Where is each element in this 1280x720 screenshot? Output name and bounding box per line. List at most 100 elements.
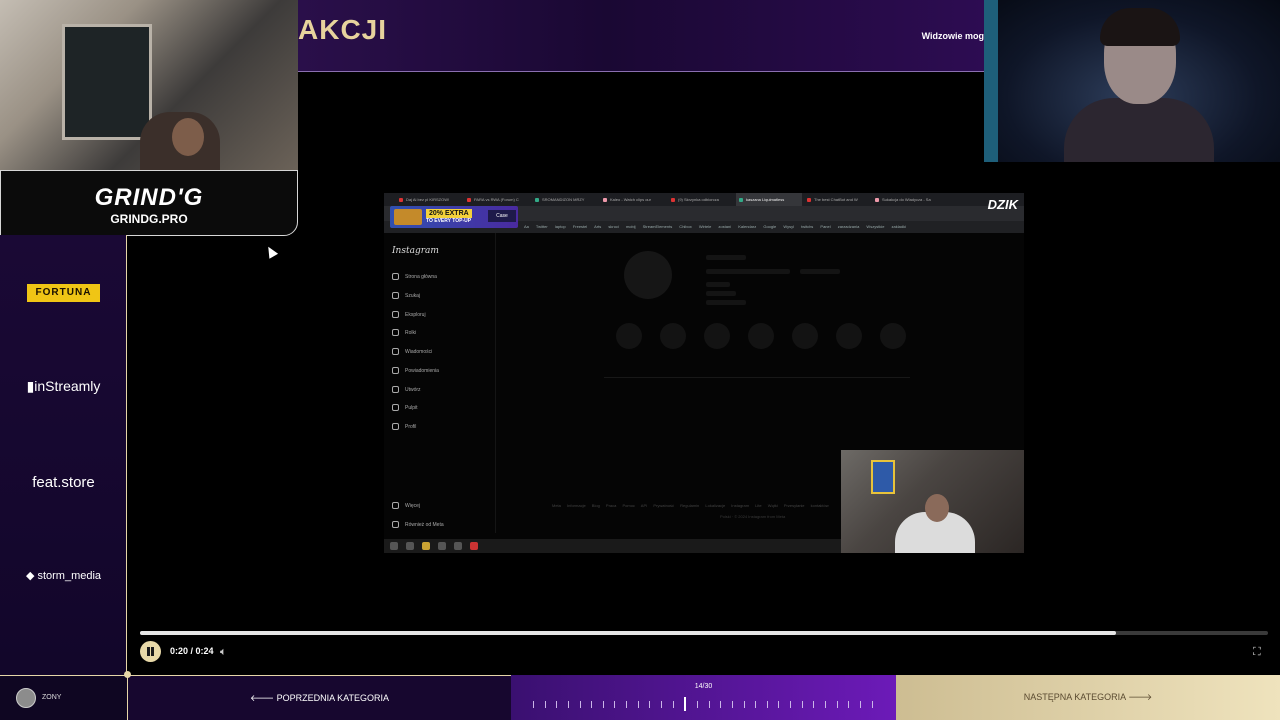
category-tick: [720, 700, 722, 708]
ig-menu-messages: Wiadomości: [392, 348, 432, 355]
ig-menu-home: Strona główna: [392, 273, 437, 280]
sponsor-sidebar: FORTUNA ▮inStreamly feat.store ◆ storm_m…: [0, 235, 127, 675]
ig-menu-label: Strona główna: [405, 273, 437, 280]
category-tick: [859, 700, 861, 708]
stream-overlay: AKCJI Widzowie mog GRIND'G GRINDG.PRO FO…: [0, 0, 1280, 720]
sponsor-featstore: feat.store: [32, 474, 95, 491]
search-icon: [406, 542, 414, 550]
category-tick: [567, 700, 569, 708]
ig-menu-label: Eksploruj: [405, 311, 426, 318]
category-progress: 14/30: [511, 675, 896, 720]
seek-handle[interactable]: [124, 671, 131, 678]
browser-tab: Kaleo - Watch clips our: [600, 193, 666, 206]
promo-banner: 20% EXTRA TO EVERY TOP-UP Case: [390, 206, 518, 228]
promo-sub-label: TO EVERY TOP-UP: [426, 218, 472, 224]
category-tick: [579, 700, 581, 708]
sponsor-storm-label: storm_media: [37, 570, 102, 582]
browser-tab: Sukakcja do Wladycza - Sa: [872, 193, 938, 206]
meta-icon: [392, 521, 399, 528]
category-tick: [533, 700, 534, 708]
video-progress-bar[interactable]: [140, 631, 1268, 635]
ig-menu-notifications: Powiadomienia: [392, 367, 439, 374]
folder-icon: [422, 542, 430, 550]
ig-menu-label: Profil: [405, 423, 417, 430]
arrow-right-icon: 🡒: [1125, 692, 1153, 702]
instagram-logo: Instagram: [392, 246, 439, 256]
sponsor-fortuna: FORTUNA: [27, 284, 100, 302]
ig-menu-reels: Rolki: [392, 329, 416, 336]
next-category-label: NASTĘPNA KATEGORIA: [1023, 692, 1126, 702]
ig-menu-explore: Eksploruj: [392, 311, 426, 318]
category-bar: ZONY 🡐 POPRZEDNIA KATEGORIA 14/30 NASTĘP…: [0, 675, 1280, 720]
heart-icon: [392, 367, 399, 374]
pause-button[interactable]: [140, 641, 161, 662]
category-tick: [602, 700, 604, 708]
sponsor-instreamly: ▮inStreamly: [0, 378, 127, 395]
app-icon: [438, 542, 446, 550]
sponsor-instreamly-label: inStreamly: [34, 378, 101, 394]
category-tick: [790, 700, 792, 708]
user-badge: ZONY: [0, 675, 127, 720]
video-frame-browser: Daj Ai bez pl KIRSZOW! PARA vs RWA (Foru…: [384, 193, 1024, 553]
ig-menu-label: Wiadomości: [405, 348, 433, 355]
browser-tab: PARA vs RWA (Forum) C: [464, 193, 530, 206]
ig-menu-label: Szukaj: [405, 292, 421, 299]
category-tick: [813, 700, 815, 708]
ig-copyright: Polski · © 2024 Instagram from Meta: [720, 514, 786, 519]
previous-category-button[interactable]: 🡐 POPRZEDNIA KATEGORIA: [127, 675, 511, 720]
chrome-icon: [454, 542, 462, 550]
fullscreen-icon[interactable]: ⛶: [1253, 645, 1261, 659]
ig-menu-label: Pulpit: [405, 404, 418, 411]
category-ticks: [533, 697, 873, 711]
streamer-webcam-left: [0, 0, 298, 170]
banner-title: AKCJI: [298, 14, 388, 45]
banner-info-text: Widzowie mog: [921, 31, 984, 41]
ig-menu-label: Powiadomienia: [405, 367, 439, 374]
category-tick: [755, 700, 757, 708]
category-tick: [825, 700, 827, 708]
sponsor-stormmedia: ◆ storm_media: [0, 569, 127, 582]
ig-menu-label: Więcej: [405, 502, 421, 509]
category-tick: [591, 700, 593, 708]
category-tick: [743, 700, 745, 708]
category-tick: [637, 700, 639, 708]
menu-icon: [392, 502, 399, 509]
category-tick: [836, 700, 838, 708]
category-tick: [778, 700, 780, 708]
gift-icon: [394, 209, 422, 225]
ig-menu-create: Utwórz: [392, 386, 421, 393]
grindg-logo-panel: GRIND'G GRINDG.PRO: [0, 170, 298, 236]
category-tick: [871, 700, 873, 708]
ig-menu-dashboard: Pulpit: [392, 404, 418, 411]
arrow-left-icon: 🡐: [250, 693, 277, 703]
category-tick: [731, 700, 733, 708]
reels-icon: [392, 329, 399, 336]
compass-icon: [392, 311, 399, 318]
category-tick: [696, 700, 698, 708]
ig-menu-search: Szukaj: [392, 292, 420, 299]
category-tick: [848, 700, 850, 708]
avatar: [16, 688, 36, 708]
category-tick: [556, 700, 558, 708]
instagram-profile-loading: [604, 251, 914, 381]
webcam-in-video: [841, 450, 1024, 553]
app-icon: [470, 542, 478, 550]
ig-menu-more: Więcej: [392, 502, 420, 509]
profile-icon: [392, 423, 399, 430]
video-progress-fill: [140, 631, 1116, 635]
ig-menu-label: Rolki: [405, 329, 417, 336]
volume-icon[interactable]: 🔈︎: [220, 645, 227, 659]
ig-menu-meta: Również od Meta: [392, 521, 444, 528]
browser-tab: SROMANDIZON MRZY: [532, 193, 598, 206]
browser-tab: (9) Skrzynka odbiorcza: [668, 193, 734, 206]
username: ZONY: [42, 694, 62, 701]
category-tick: [766, 700, 768, 708]
category-tick: [544, 700, 546, 708]
promo-badge: Case: [488, 210, 516, 222]
browser-tab-active: kaszana Liquimatless: [736, 193, 802, 206]
next-category-button[interactable]: NASTĘPNA KATEGORIA 🡒: [896, 675, 1280, 720]
instagram-sidebar: Instagram Strona główna Szukaj Eksploruj…: [384, 233, 496, 533]
dashboard-icon: [392, 404, 399, 411]
category-tick: [708, 700, 710, 708]
home-icon: [392, 273, 399, 280]
